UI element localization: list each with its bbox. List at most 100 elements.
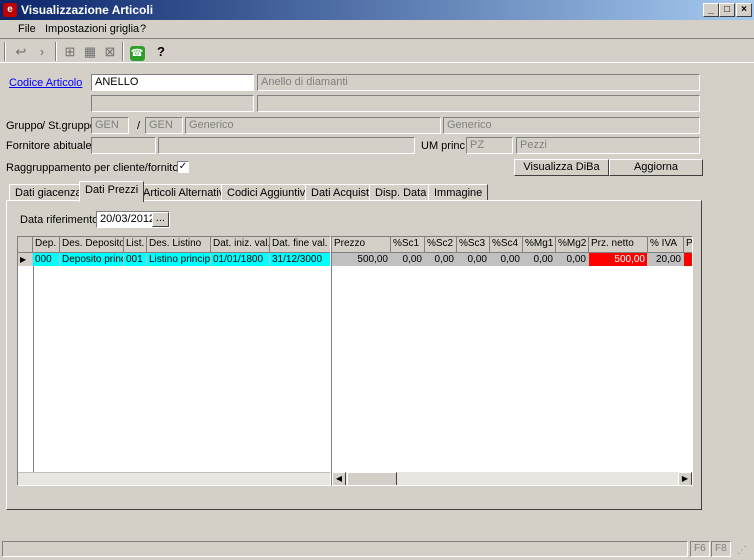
col-des-deposito[interactable]: Des. Deposito	[60, 237, 124, 253]
col-des-listino[interactable]: Des. Listino	[147, 237, 211, 253]
blank-field-1	[91, 95, 254, 112]
menu-bar: File Impostazioni griglia ?	[0, 20, 754, 39]
stgruppo-label: / St.gruppo	[42, 120, 96, 132]
gruppo-label: Gruppo	[6, 120, 43, 132]
tab-dati-prezzi[interactable]: Dati Prezzi	[79, 181, 145, 202]
col-sc1[interactable]: %Sc1	[391, 237, 425, 253]
table-cell[interactable]: 20,00	[648, 253, 684, 266]
maximize-button[interactable]: □	[719, 3, 735, 17]
codice-articolo-link[interactable]: Codice Articolo	[9, 77, 82, 89]
codice-articolo-input[interactable]: ANELLO	[91, 74, 254, 91]
col-sc4[interactable]: %Sc4	[490, 237, 523, 253]
status-bar: F6 F8 ⋰	[0, 539, 754, 560]
status-f6: F6	[690, 541, 710, 557]
toolbar-separator	[55, 42, 57, 61]
redo-icon[interactable]: ›	[32, 42, 52, 62]
col-prezzo[interactable]: Prezzo	[332, 237, 391, 253]
title-bar: e Visualizzazione Articoli _ □ ×	[0, 0, 754, 20]
col-mg2[interactable]: %Mg2	[556, 237, 589, 253]
filter-icon[interactable]: ⊞	[60, 42, 80, 62]
menu-file[interactable]: File	[18, 23, 36, 35]
table-cell[interactable]: 0,00	[425, 253, 457, 266]
gruppo-desc-field: Generico	[185, 117, 441, 134]
date-picker-button[interactable]: ...	[152, 212, 169, 227]
table-cell[interactable]: 000	[33, 253, 60, 266]
table-cell[interactable]: 500,00	[332, 253, 391, 266]
close-button[interactable]: ×	[736, 3, 752, 17]
um-code-field: PZ	[466, 137, 513, 154]
fornitore-desc-field	[158, 137, 415, 154]
tab-codici-aggiuntivi[interactable]: Codici Aggiuntivi	[221, 184, 314, 201]
col-sc2[interactable]: %Sc2	[425, 237, 457, 253]
table-cell[interactable]: 0,00	[490, 253, 523, 266]
resize-grip-icon[interactable]: ⋰	[737, 544, 751, 558]
toolbar: ↩ › ⊞ ▦ ⊠ ☎ ?	[0, 40, 754, 63]
data-riferimento-label: Data riferimento	[20, 214, 99, 226]
menu-impostazioni-griglia[interactable]: Impostazioni griglia	[45, 23, 139, 35]
fornitore-label: Fornitore abituale	[6, 140, 92, 152]
col-dat-fine-val[interactable]: Dat. fine val.	[270, 237, 330, 253]
status-panel-main	[2, 541, 688, 557]
col-sc3[interactable]: %Sc3	[457, 237, 490, 253]
blank-field-2	[257, 95, 700, 112]
col-p[interactable]: P	[684, 237, 692, 253]
col-dat-iniz-val[interactable]: Dat. iniz. val.	[211, 237, 270, 253]
visualizza-diba-button[interactable]: Visualizza DiBa	[514, 159, 609, 176]
raggruppamento-label: Raggruppamento per cliente/fornitore	[6, 162, 189, 174]
stgruppo-code-field: GEN	[145, 117, 183, 134]
table-cell[interactable]: 001	[124, 253, 147, 266]
tab-disp-data[interactable]: Disp. Data	[369, 184, 433, 201]
table-cell[interactable]: 0,00	[556, 253, 589, 266]
undo-icon[interactable]: ↩	[11, 42, 31, 62]
col-mg1[interactable]: %Mg1	[523, 237, 556, 253]
col-iva[interactable]: % IVA	[648, 237, 684, 253]
scroll-left-icon[interactable]: ◀	[332, 472, 346, 485]
um-desc-field: Pezzi	[516, 137, 700, 154]
table-cell[interactable]: 0,00	[391, 253, 425, 266]
toolbar-separator	[122, 42, 124, 61]
scroll-thumb[interactable]	[347, 472, 397, 485]
tab-dati-acquisti[interactable]: Dati Acquisti	[305, 184, 378, 201]
tab-immagine[interactable]: Immagine	[428, 184, 489, 201]
help-icon[interactable]: ?	[151, 42, 171, 62]
right-price-grid[interactable]: Prezzo %Sc1 %Sc2 %Sc3 %Sc4 %Mg1 %Mg2 Prz…	[331, 236, 693, 486]
um-label: UM princ.	[421, 140, 469, 152]
table-cell[interactable]: 500,00	[589, 253, 648, 266]
col-dep[interactable]: Dep.	[33, 237, 60, 253]
left-grid-footer	[18, 472, 330, 485]
col-list[interactable]: List.	[124, 237, 147, 253]
table-cell[interactable]: Deposito principale	[60, 253, 124, 266]
gruppo-code-field: GEN	[91, 117, 129, 134]
slash-label: /	[137, 120, 141, 132]
horizontal-scrollbar[interactable]: ◀ ▶	[332, 472, 692, 485]
grid-icon[interactable]: ▦	[80, 42, 100, 62]
table-cell[interactable]	[684, 253, 692, 266]
window-title: Visualizzazione Articoli	[21, 3, 154, 17]
tab-dati-giacenza[interactable]: Dati giacenza	[9, 184, 88, 201]
table-cell[interactable]: 01/01/1800	[211, 253, 270, 266]
table-cell[interactable]: 31/12/3000	[270, 253, 330, 266]
grid-line	[33, 266, 34, 485]
table-cell[interactable]: 0,00	[523, 253, 556, 266]
stgruppo-desc-field: Generico	[443, 117, 700, 134]
app-icon: e	[3, 3, 17, 17]
fornitore-code-field	[91, 137, 156, 154]
raggruppamento-checkbox[interactable]: ✓	[177, 161, 189, 173]
table-cell[interactable]: Listino principale	[147, 253, 211, 266]
phone-icon[interactable]: ☎	[127, 42, 147, 62]
status-f8: F8	[711, 541, 731, 557]
aggiorna-button[interactable]: Aggiorna	[609, 159, 703, 176]
minimize-button[interactable]: _	[703, 3, 719, 17]
toolbar-grip	[4, 42, 6, 61]
left-price-grid[interactable]: Dep. Des. Deposito List. Des. Listino Da…	[17, 236, 331, 486]
menu-help[interactable]: ?	[140, 23, 146, 35]
descrizione-articolo-field: Anello di diamanti	[257, 74, 700, 91]
scroll-right-icon[interactable]: ▶	[678, 472, 692, 485]
row-indicator-header	[18, 237, 33, 253]
col-prz-netto[interactable]: Prz. netto	[589, 237, 648, 253]
table-cell[interactable]: 0,00	[457, 253, 490, 266]
filter-clear-icon[interactable]: ⊠	[100, 42, 120, 62]
tab-articoli-alternativi[interactable]: Articoli Alternativi	[137, 184, 233, 201]
dati-prezzi-panel: Data riferimento 20/03/2012 ... Dep. Des…	[6, 200, 702, 510]
row-indicator-icon: ▶	[18, 253, 33, 266]
